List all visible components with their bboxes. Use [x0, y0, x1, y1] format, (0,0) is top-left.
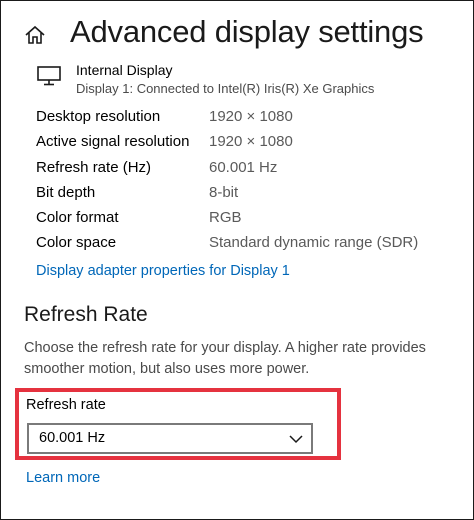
refresh-rate-selected-value: 60.001 Hz: [39, 430, 106, 446]
display-connection: Display 1: Connected to Intel(R) Iris(R)…: [76, 81, 375, 96]
info-label: Active signal resolution: [36, 133, 190, 151]
info-row-color-format: Color format RGB: [36, 209, 456, 234]
info-row-desktop-resolution: Desktop resolution 1920 × 1080: [36, 108, 456, 133]
info-row-color-space: Color space Standard dynamic range (SDR): [36, 234, 456, 259]
info-label: Refresh rate (Hz): [36, 158, 152, 176]
info-row-refresh-rate: Refresh rate (Hz) 60.001 Hz: [36, 159, 456, 184]
page-header: Advanced display settings: [0, 10, 474, 56]
monitor-icon: [36, 66, 64, 86]
home-icon[interactable]: [24, 24, 46, 46]
learn-more-link[interactable]: Learn more: [26, 470, 100, 486]
info-value: 1920 × 1080: [209, 108, 293, 125]
info-value: 8-bit: [209, 183, 239, 201]
info-row-active-signal-resolution: Active signal resolution 1920 × 1080: [36, 133, 456, 158]
info-value: 1920 × 1080: [209, 133, 293, 151]
info-label: Bit depth: [36, 183, 96, 201]
display-info-table: Desktop resolution 1920 × 1080 Active si…: [36, 108, 456, 260]
info-label: Desktop resolution: [36, 108, 161, 125]
page-title: Advanced display settings: [70, 14, 424, 49]
refresh-rate-field-label: Refresh rate: [26, 397, 106, 413]
info-value: 60.001 Hz: [209, 158, 278, 176]
display-adapter-properties-link[interactable]: Display adapter properties for Display 1: [36, 263, 290, 279]
display-name: Internal Display: [76, 62, 173, 78]
refresh-rate-description: Choose the refresh rate for your display…: [24, 340, 426, 377]
info-row-bit-depth: Bit depth 8-bit: [36, 184, 456, 209]
info-label: Color space: [36, 234, 117, 252]
refresh-rate-section-title: Refresh Rate: [24, 303, 148, 326]
info-value: Standard dynamic range (SDR): [209, 234, 419, 252]
info-value: RGB: [209, 209, 242, 227]
chevron-down-icon: [289, 432, 303, 444]
refresh-rate-dropdown[interactable]: 60.001 Hz: [27, 423, 313, 454]
info-label: Color format: [36, 209, 119, 227]
display-summary: Internal Display Display 1: Connected to…: [36, 60, 466, 100]
